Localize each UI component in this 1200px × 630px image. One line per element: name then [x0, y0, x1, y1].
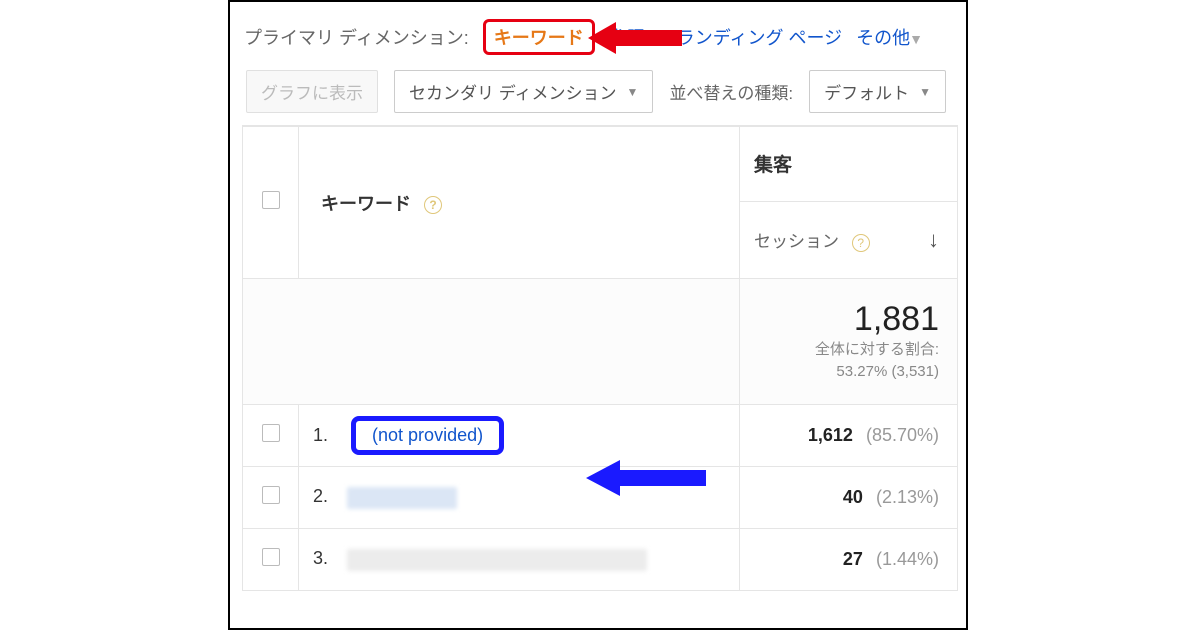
sessions-value: 1,612: [808, 425, 853, 445]
row-checkbox[interactable]: [262, 548, 280, 566]
checkbox-cell: [243, 529, 299, 591]
help-icon[interactable]: ?: [424, 196, 442, 214]
checkbox-cell: [243, 405, 299, 467]
primary-dimension-row: プライマリ ディメンション: キーワード 参照元 ランディング ページ その他 …: [242, 12, 958, 58]
secondary-dimension-dropdown[interactable]: セカンダリ ディメンション ▼: [394, 70, 653, 113]
sort-type-value: デフォルト: [824, 79, 909, 104]
column-group-acquisition: 集客: [740, 127, 958, 202]
keyword-cell: 2.: [299, 467, 740, 529]
sort-type-label: 並べ替えの種類:: [669, 79, 793, 104]
table-row: 1. (not provided) 1,612 (85.70%): [243, 405, 958, 467]
keyword-cell: 3.: [299, 529, 740, 591]
row-number: 1.: [313, 425, 328, 445]
sessions-pct: (2.13%): [876, 487, 939, 507]
checkbox-cell: [243, 467, 299, 529]
summary-total: 1,881: [758, 300, 939, 339]
primary-dimension-label: プライマリ ディメンション:: [244, 24, 469, 50]
summary-sessions-cell: 1,881 全体に対する割合: 53.27% (3,531): [740, 279, 958, 405]
chevron-down-icon: ▼: [627, 85, 639, 99]
graph-button: グラフに表示: [246, 70, 378, 113]
column-header-sessions-text: セッション: [754, 232, 839, 251]
help-icon[interactable]: ?: [852, 234, 870, 252]
keyword-link[interactable]: (not provided): [372, 425, 483, 445]
sessions-pct: (1.44%): [876, 549, 939, 569]
toolbar: グラフに表示 セカンダリ ディメンション ▼ 並べ替えの種類: デフォルト ▼: [242, 58, 958, 126]
dimension-tab-other[interactable]: その他: [856, 28, 910, 48]
chevron-down-icon: ▼: [909, 31, 923, 47]
dimension-tab-keyword[interactable]: キーワード: [494, 28, 584, 48]
column-header-sessions[interactable]: セッション ? ↓: [740, 201, 958, 278]
data-table: キーワード ? 集客 セッション ? ↓ 1,881 全体に対する割合: 53.…: [242, 126, 958, 591]
annotation-blue-box: (not provided): [351, 416, 504, 455]
row-checkbox[interactable]: [262, 424, 280, 442]
secondary-dimension-label: セカンダリ ディメンション: [409, 79, 617, 104]
sessions-cell: 27 (1.44%): [740, 529, 958, 591]
sessions-value: 27: [843, 549, 863, 569]
column-header-keyword-text: キーワード: [321, 194, 411, 214]
sessions-cell: 1,612 (85.70%): [740, 405, 958, 467]
redacted-keyword: [347, 487, 457, 509]
sort-descending-icon: ↓: [928, 227, 939, 253]
redacted-keyword: [347, 549, 647, 571]
summary-subtext1: 全体に対する割合:: [815, 341, 939, 358]
summary-empty-cell: [243, 279, 740, 405]
select-all-checkbox[interactable]: [262, 191, 280, 209]
sort-type-dropdown[interactable]: デフォルト ▼: [809, 70, 946, 113]
column-header-keyword[interactable]: キーワード ?: [299, 127, 740, 279]
keyword-cell: 1. (not provided): [299, 405, 740, 467]
table-row: 2. 40 (2.13%): [243, 467, 958, 529]
row-checkbox[interactable]: [262, 486, 280, 504]
annotation-red-box: キーワード: [483, 19, 595, 55]
summary-subtext2: 53.27% (3,531): [836, 363, 939, 380]
dimension-tab-source[interactable]: 参照元: [609, 24, 663, 50]
sessions-value: 40: [843, 487, 863, 507]
table-row: 3. 27 (1.44%): [243, 529, 958, 591]
chevron-down-icon: ▼: [919, 85, 931, 99]
row-number: 3.: [313, 548, 328, 568]
row-number: 2.: [313, 486, 328, 506]
sessions-pct: (85.70%): [866, 425, 939, 445]
checkbox-all-cell: [243, 127, 299, 279]
dimension-tab-landing[interactable]: ランディング ページ: [677, 24, 842, 50]
sessions-cell: 40 (2.13%): [740, 467, 958, 529]
